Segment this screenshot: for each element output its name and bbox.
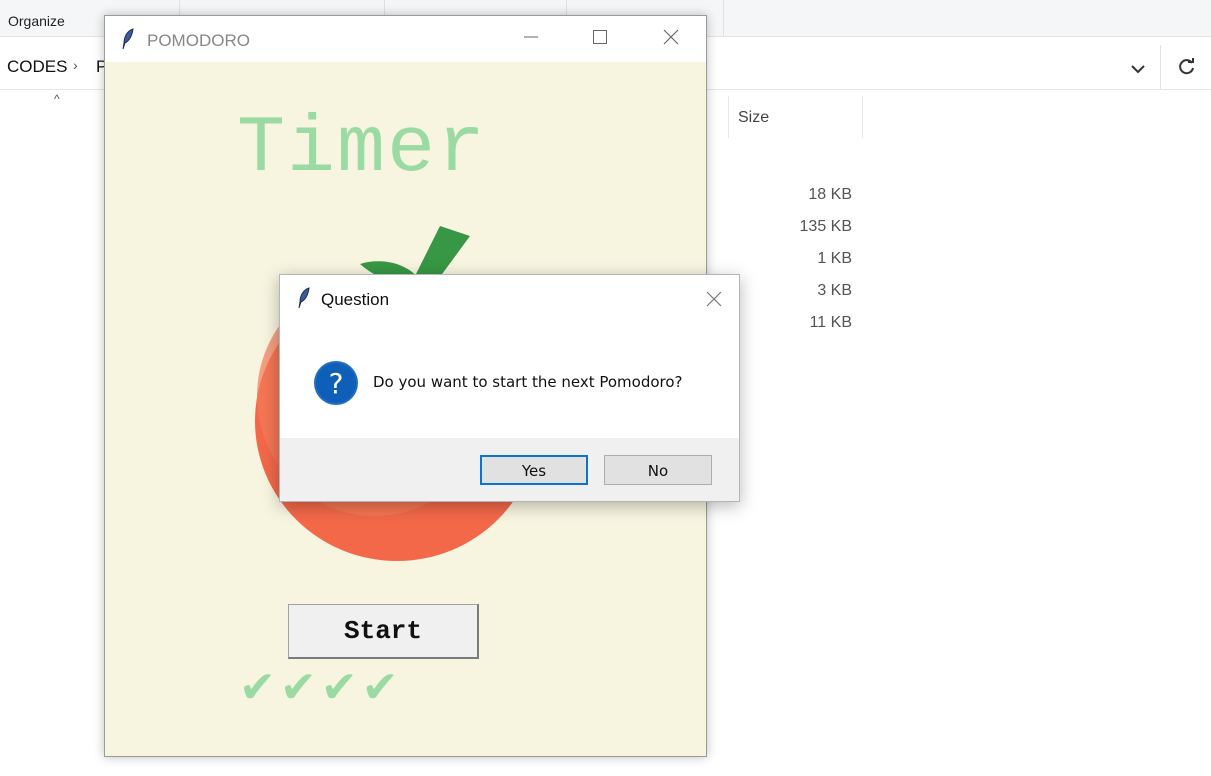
breadcrumb-separator: › <box>73 57 78 73</box>
svg-text:?: ? <box>329 367 344 400</box>
timer-label: Timer <box>237 104 488 195</box>
organize-menu[interactable]: Organize <box>8 13 65 29</box>
column-header-size[interactable]: Size <box>738 109 769 127</box>
close-icon[interactable] <box>642 16 700 62</box>
start-button[interactable]: Start <box>288 604 479 659</box>
pomodoro-titlebar[interactable]: POMODORO <box>105 16 706 62</box>
dialog-title: Question <box>321 290 390 309</box>
checkmarks: ✔✔✔✔ <box>239 662 403 713</box>
dialog-message: Do you want to start the next Pomodoro? <box>373 373 683 391</box>
sort-caret-icon[interactable]: ^ <box>54 92 60 106</box>
column-divider <box>862 96 863 138</box>
ribbon-divider <box>723 0 724 36</box>
file-size: 11 KB <box>809 314 852 331</box>
file-size: 1 KB <box>817 250 852 267</box>
refresh-icon[interactable] <box>1170 53 1204 87</box>
feather-icon <box>297 287 311 309</box>
maximize-icon[interactable] <box>571 16 629 62</box>
breadcrumb-codes[interactable]: CODES <box>7 57 67 77</box>
no-button[interactable]: No <box>604 455 712 485</box>
question-icon: ? <box>313 360 359 406</box>
minimize-icon[interactable] <box>502 16 560 62</box>
file-size: 18 KB <box>808 186 852 203</box>
chevron-down-icon[interactable] <box>1118 53 1158 87</box>
yes-button[interactable]: Yes <box>480 455 588 485</box>
file-size: 3 KB <box>817 282 852 299</box>
pomodoro-title: POMODORO <box>147 31 250 50</box>
column-divider <box>728 96 729 138</box>
address-divider <box>1160 45 1161 89</box>
file-size: 135 KB <box>799 218 852 235</box>
question-dialog: Question ? Do you want to start the next… <box>279 274 740 502</box>
feather-icon <box>121 28 135 50</box>
close-icon[interactable] <box>694 285 734 315</box>
